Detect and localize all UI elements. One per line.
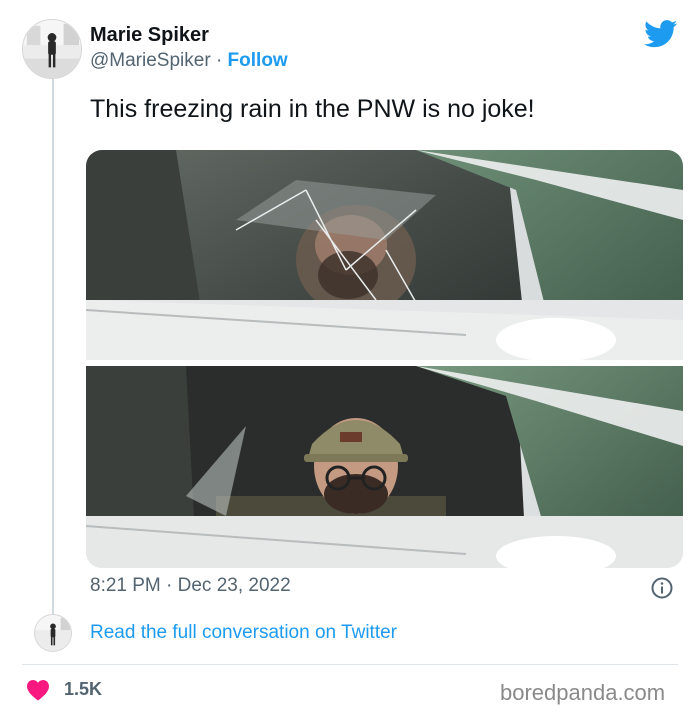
author-name[interactable]: Marie Spiker (90, 24, 209, 47)
watermark: boredpanda.com (500, 680, 666, 705)
handle-separator: · (215, 50, 223, 71)
heart-icon[interactable] (26, 679, 50, 701)
avatar[interactable] (22, 19, 82, 79)
divider (22, 664, 678, 665)
tweet-text: This freezing rain in the PNW is no joke… (90, 95, 535, 123)
photo-ice-window-before[interactable] (86, 150, 683, 360)
author-handle[interactable]: @MarieSpiker (90, 50, 211, 71)
author-handle-row: @MarieSpiker · Follow (90, 50, 288, 72)
like-count[interactable]: 1.5K (64, 679, 102, 700)
conversation-avatar (34, 614, 72, 652)
twitter-bird-icon[interactable] (644, 20, 678, 48)
tweet-media[interactable] (86, 150, 683, 568)
photo-ice-window-broken[interactable] (86, 366, 683, 568)
read-conversation-link[interactable]: Read the full conversation on Twitter (90, 622, 397, 644)
thread-line (52, 78, 54, 618)
tweet-timestamp[interactable]: 8:21 PM · Dec 23, 2022 (90, 575, 291, 597)
follow-button[interactable]: Follow (228, 50, 288, 71)
tweet-card: Marie Spiker @MarieSpiker · Follow This … (0, 0, 700, 717)
info-icon[interactable] (650, 576, 674, 600)
